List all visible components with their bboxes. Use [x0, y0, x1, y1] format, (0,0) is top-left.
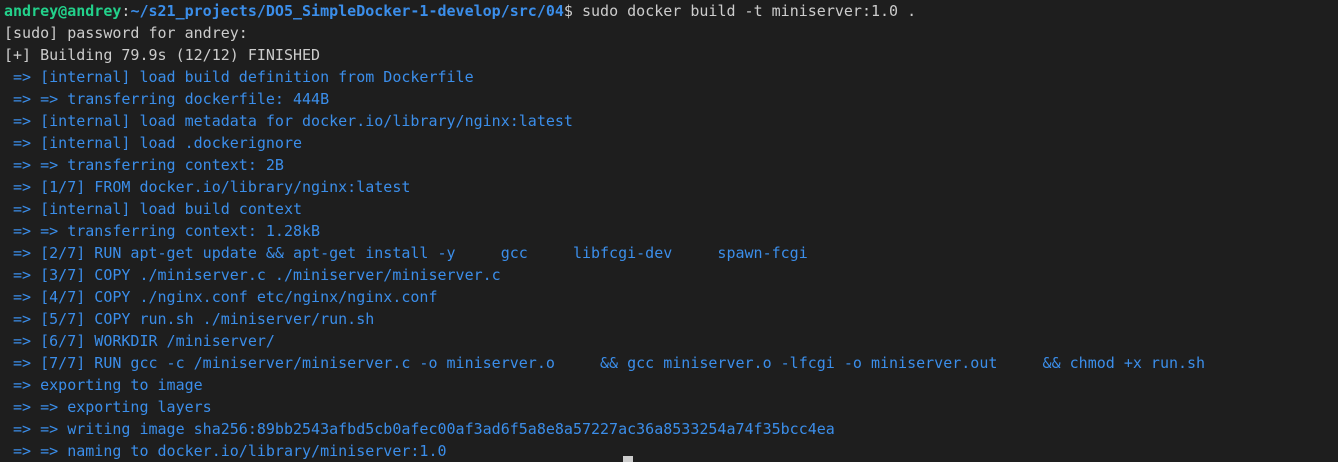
- prompt-user-host: andrey@andrey: [4, 2, 122, 20]
- build-step-line: => [5/7] COPY run.sh ./miniserver/run.sh: [4, 310, 375, 328]
- build-step-line: => [6/7] WORKDIR /miniserver/: [4, 332, 275, 350]
- prompt-symbol: $: [563, 2, 573, 20]
- prompt-path: ~/s21_projects/DO5_SimpleDocker-1-develo…: [130, 2, 564, 20]
- build-step-line: => [internal] load build context: [4, 200, 303, 218]
- build-step-line: => [3/7] COPY ./miniserver.c ./miniserve…: [4, 266, 501, 284]
- build-step-line: => => naming to docker.io/library/minise…: [4, 442, 447, 460]
- build-step-line: => => transferring context: 2B: [4, 156, 284, 174]
- build-step-line: => [4/7] COPY ./nginx.conf etc/nginx/ngi…: [4, 288, 438, 306]
- building-status-line: [+] Building 79.9s (12/12) FINISHED: [4, 46, 321, 64]
- terminal-window[interactable]: andrey@andrey:~/s21_projects/DO5_SimpleD…: [0, 0, 1338, 462]
- sudo-password-line: [sudo] password for andrey:: [4, 24, 248, 42]
- build-step-line: => => writing image sha256:89bb2543afbd5…: [4, 420, 835, 438]
- build-step-line: => [internal] load build definition from…: [4, 68, 474, 86]
- build-step-line: => [1/7] FROM docker.io/library/nginx:la…: [4, 178, 411, 196]
- build-step-line: => [2/7] RUN apt-get update && apt-get i…: [4, 244, 808, 262]
- prompt-line: andrey@andrey:~/s21_projects/DO5_SimpleD…: [4, 0, 1338, 22]
- build-step-line: => => exporting layers: [4, 398, 212, 416]
- build-step-line: => [internal] load metadata for docker.i…: [4, 112, 573, 130]
- build-step-line: => [7/7] RUN gcc -c /miniserver/miniserv…: [4, 354, 1206, 372]
- build-step-line: => [internal] load .dockerignore: [4, 134, 303, 152]
- command-text: sudo docker build -t miniserver:1.0 .: [572, 2, 917, 20]
- build-step-line: => => transferring dockerfile: 444B: [4, 90, 330, 108]
- terminal-cursor: [623, 456, 633, 462]
- build-step-line: => => transferring context: 1.28kB: [4, 222, 321, 240]
- build-step-line: => exporting to image: [4, 376, 203, 394]
